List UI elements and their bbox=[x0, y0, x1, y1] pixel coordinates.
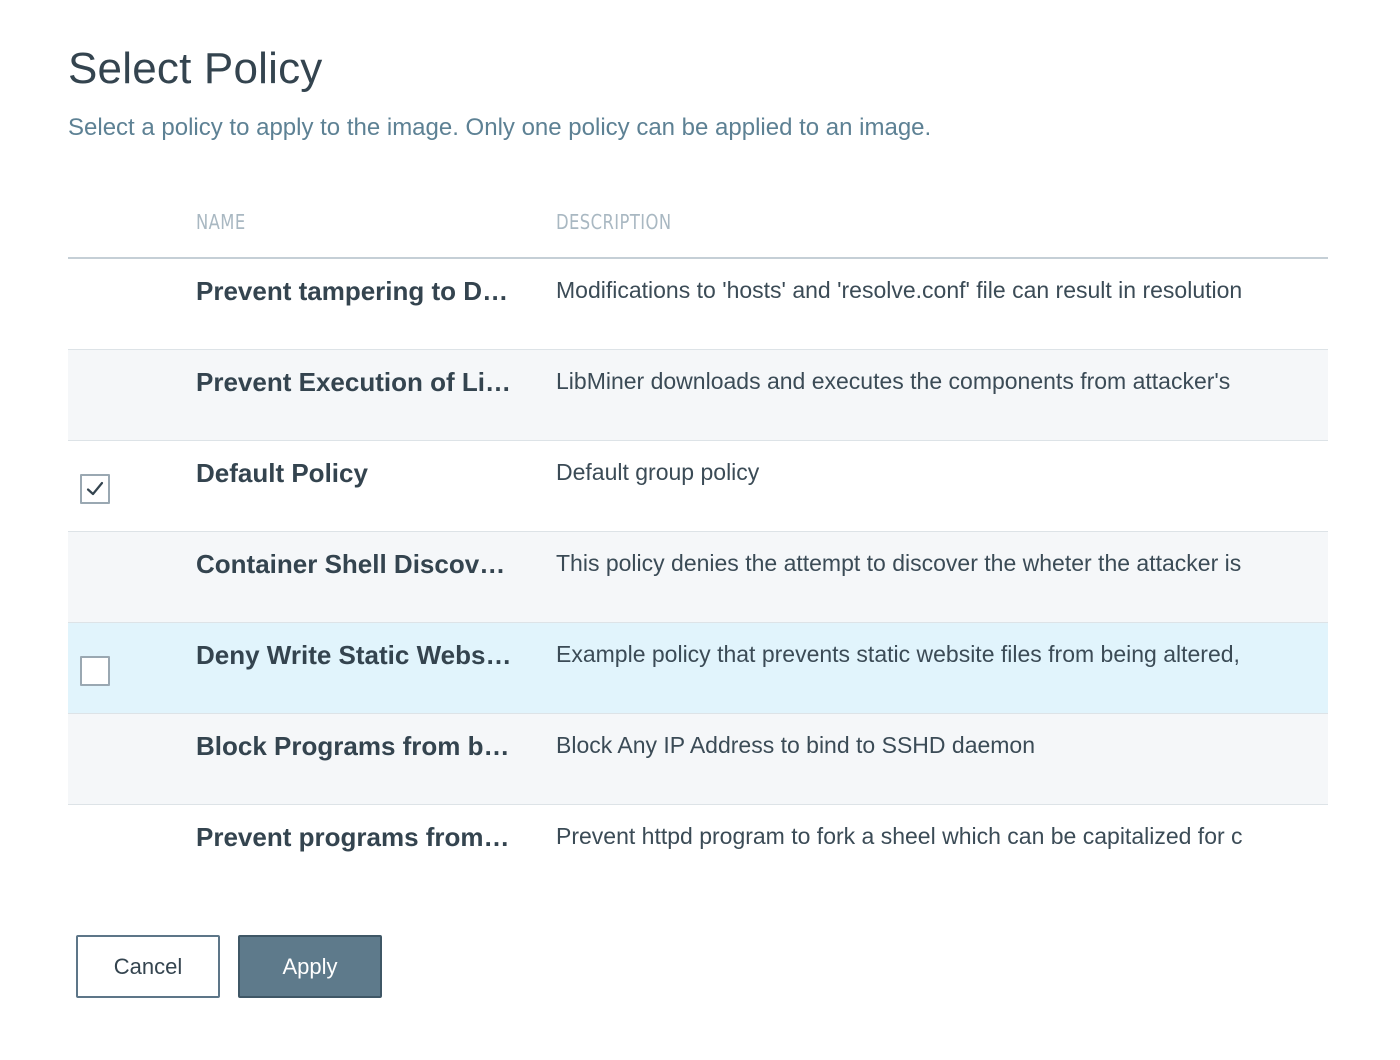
row-checkbox-unchecked[interactable] bbox=[80, 656, 110, 686]
policy-name: Block Programs from binding bbox=[196, 731, 516, 761]
dialog-title: Select Policy bbox=[68, 44, 323, 93]
policy-description: Prevent httpd program to fork a sheel wh… bbox=[556, 823, 1243, 849]
select-policy-dialog: Select Policy Select a policy to apply t… bbox=[0, 0, 1400, 1060]
policy-name: Prevent programs from forking bbox=[196, 822, 516, 852]
table-row-hovered[interactable]: Deny Write Static Website Files Example … bbox=[68, 623, 1328, 714]
policy-description: Block Any IP Address to bind to SSHD dae… bbox=[556, 732, 1036, 758]
column-header-description[interactable]: DESCRIPTION bbox=[556, 210, 672, 234]
dialog-subtitle: Select a policy to apply to the image. O… bbox=[68, 114, 932, 141]
policy-description: Modifications to 'hosts' and 'resolve.co… bbox=[556, 277, 1243, 303]
policy-description: This policy denies the attempt to discov… bbox=[556, 550, 1242, 576]
table-row[interactable]: Container Shell Discovery This policy de… bbox=[68, 532, 1328, 623]
table-row[interactable]: Prevent Execution of LibMiner LibMiner d… bbox=[68, 350, 1328, 441]
policy-description: LibMiner downloads and executes the comp… bbox=[556, 368, 1231, 394]
policy-table: NAME DESCRIPTION Prevent tampering to DN… bbox=[68, 190, 1328, 896]
table-row[interactable]: Prevent tampering to DNS files Modificat… bbox=[68, 259, 1328, 350]
column-header-name[interactable]: NAME bbox=[196, 210, 246, 234]
table-row[interactable]: Default Policy Default group policy bbox=[68, 441, 1328, 532]
checkmark-icon bbox=[86, 481, 104, 496]
policy-name: Prevent tampering to DNS files bbox=[196, 276, 516, 306]
cancel-button[interactable]: Cancel bbox=[76, 935, 220, 998]
policy-description: Example policy that prevents static webs… bbox=[556, 641, 1240, 667]
policy-name: Default Policy bbox=[196, 458, 368, 488]
table-header: NAME DESCRIPTION bbox=[68, 190, 1328, 259]
table-row[interactable]: Prevent programs from forking Prevent ht… bbox=[68, 805, 1328, 896]
policy-name: Prevent Execution of LibMiner bbox=[196, 367, 516, 397]
apply-button[interactable]: Apply bbox=[238, 935, 382, 998]
policy-description: Default group policy bbox=[556, 459, 760, 485]
policy-name: Deny Write Static Website Files bbox=[196, 640, 516, 670]
table-row[interactable]: Block Programs from binding Block Any IP… bbox=[68, 714, 1328, 805]
row-checkbox-checked[interactable] bbox=[80, 474, 110, 504]
policy-name: Container Shell Discovery bbox=[196, 549, 516, 579]
